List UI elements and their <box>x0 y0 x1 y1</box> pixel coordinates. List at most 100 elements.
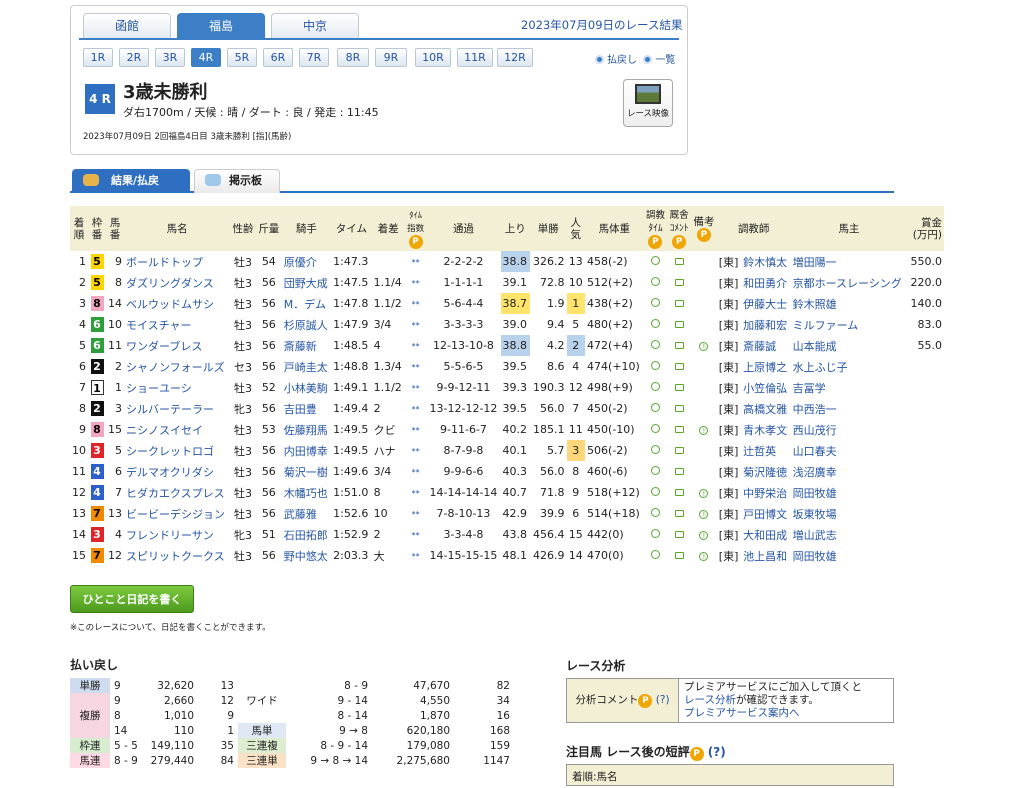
remark-icon[interactable]: ! <box>699 426 709 435</box>
venue-tab-chukyo[interactable]: 中京 <box>271 13 359 38</box>
race-button-5r[interactable]: 5R <box>227 48 257 67</box>
trainer-link[interactable]: 上原博之 <box>743 361 787 374</box>
horse-name-link[interactable]: ワンダーブレス <box>126 340 202 353</box>
horse-name-link[interactable]: ショーユーシ <box>126 382 192 395</box>
clock-icon[interactable] <box>650 445 660 454</box>
clock-icon[interactable] <box>650 256 660 265</box>
owner-link[interactable]: 浅沼廣幸 <box>793 466 837 479</box>
comment-icon[interactable] <box>674 258 684 265</box>
race-button-12r[interactable]: 12R <box>497 48 533 67</box>
owner-link[interactable]: 京都ホースレーシング <box>793 277 902 290</box>
trainer-link[interactable]: 鈴木慎太 <box>743 256 787 269</box>
remark-icon[interactable]: ! <box>699 510 709 519</box>
list-link[interactable]: 一覧 <box>643 55 675 66</box>
horse-name-link[interactable]: ダズリングダンス <box>126 277 214 290</box>
trainer-link[interactable]: 池上昌和 <box>743 550 787 563</box>
comment-icon[interactable] <box>674 384 684 391</box>
race-button-2r[interactable]: 2R <box>119 48 149 67</box>
owner-link[interactable]: 西山茂行 <box>793 424 837 437</box>
write-diary-button[interactable]: ひとこと日記を書く <box>70 585 194 613</box>
race-button-8r[interactable]: 8R <box>337 48 369 67</box>
trainer-link[interactable]: 高橋文雅 <box>743 403 787 416</box>
trainer-link[interactable]: 伊藤大士 <box>743 298 787 311</box>
jockey-link[interactable]: 斎藤新 <box>284 340 317 353</box>
horse-name-link[interactable]: シャノンフォールズ <box>126 361 225 374</box>
comment-icon[interactable] <box>674 342 684 349</box>
clock-icon[interactable] <box>650 403 660 412</box>
race-button-1r[interactable]: 1R <box>83 48 113 67</box>
owner-link[interactable]: ミルファーム <box>793 319 859 332</box>
clock-icon[interactable] <box>650 382 660 391</box>
remark-icon[interactable]: ! <box>699 489 709 498</box>
owner-link[interactable]: 山本能成 <box>793 340 837 353</box>
comment-icon[interactable] <box>674 426 684 433</box>
horse-name-link[interactable]: フレンドリーサン <box>126 529 214 542</box>
analysis-link[interactable]: レース分析 <box>684 694 736 706</box>
jockey-link[interactable]: M．デム <box>284 298 326 311</box>
race-button-9r[interactable]: 9R <box>375 48 407 67</box>
comment-icon[interactable] <box>674 489 684 496</box>
trainer-link[interactable]: 中野栄治 <box>743 487 787 500</box>
owner-link[interactable]: 岡田牧雄 <box>793 487 837 500</box>
horse-name-link[interactable]: ヒダカエクスプレス <box>126 487 225 500</box>
horse-name-link[interactable]: シークレットロゴ <box>126 445 214 458</box>
jockey-link[interactable]: 野中悠太 <box>284 550 328 563</box>
horse-name-link[interactable]: ベルウッドムサシ <box>126 298 214 311</box>
race-button-3r[interactable]: 3R <box>155 48 185 67</box>
horse-name-link[interactable]: スピリットクークス <box>126 550 225 563</box>
trainer-link[interactable]: 戸田博文 <box>743 508 787 521</box>
clock-icon[interactable] <box>650 319 660 328</box>
jockey-link[interactable]: 吉田豊 <box>284 403 317 416</box>
race-button-6r[interactable]: 6R <box>263 48 293 67</box>
trainer-link[interactable]: 大和田成 <box>743 529 787 542</box>
race-video-button[interactable]: レース映像 <box>623 79 673 127</box>
venue-tab-hakodate[interactable]: 函館 <box>83 13 171 38</box>
clock-icon[interactable] <box>650 298 660 307</box>
help-link[interactable]: (?) <box>708 745 726 759</box>
owner-link[interactable]: 水上ふじ子 <box>793 361 848 374</box>
remark-icon[interactable]: ! <box>699 342 709 351</box>
jockey-link[interactable]: 団野大成 <box>284 277 328 290</box>
owner-link[interactable]: 吉冨学 <box>793 382 826 395</box>
clock-icon[interactable] <box>650 361 660 370</box>
clock-icon[interactable] <box>650 277 660 286</box>
trainer-link[interactable]: 青木孝文 <box>743 424 787 437</box>
owner-link[interactable]: 坂東牧場 <box>793 508 837 521</box>
remark-icon[interactable]: ! <box>699 531 709 540</box>
jockey-link[interactable]: 菊沢一樹 <box>284 466 328 479</box>
jockey-link[interactable]: 小林美駒 <box>284 382 328 395</box>
race-button-11r[interactable]: 11R <box>457 48 493 67</box>
clock-icon[interactable] <box>650 466 660 475</box>
horse-name-link[interactable]: ボールドトップ <box>126 256 203 269</box>
horse-name-link[interactable]: シルバーテーラー <box>126 403 214 416</box>
comment-icon[interactable] <box>674 363 684 370</box>
remark-icon[interactable]: ! <box>699 552 709 561</box>
owner-link[interactable]: 中西浩一 <box>793 403 837 416</box>
comment-icon[interactable] <box>674 279 684 286</box>
trainer-link[interactable]: 辻哲英 <box>743 445 776 458</box>
race-button-7r[interactable]: 7R <box>299 48 329 67</box>
jockey-link[interactable]: 武藤雅 <box>284 508 317 521</box>
clock-icon[interactable] <box>650 487 660 496</box>
jockey-link[interactable]: 原優介 <box>284 256 317 269</box>
comment-icon[interactable] <box>674 405 684 412</box>
clock-icon[interactable] <box>650 550 660 559</box>
owner-link[interactable]: 鈴木照雄 <box>793 298 837 311</box>
comment-icon[interactable] <box>674 447 684 454</box>
comment-icon[interactable] <box>674 321 684 328</box>
jockey-link[interactable]: 内田博幸 <box>284 445 328 458</box>
comment-icon[interactable] <box>674 510 684 517</box>
horse-name-link[interactable]: ビービーデシジョン <box>126 508 225 521</box>
trainer-link[interactable]: 和田勇介 <box>743 277 787 290</box>
clock-icon[interactable] <box>650 529 660 538</box>
trainer-link[interactable]: 斎藤誠 <box>743 340 776 353</box>
jockey-link[interactable]: 木幡巧也 <box>284 487 328 500</box>
tab-results[interactable]: 結果/払戻 <box>72 169 190 193</box>
horse-name-link[interactable]: ニシノスイセイ <box>126 424 203 437</box>
trainer-link[interactable]: 小笠倫弘 <box>743 382 787 395</box>
owner-link[interactable]: 山口春夫 <box>793 445 837 458</box>
comment-icon[interactable] <box>674 552 684 559</box>
trainer-link[interactable]: 加藤和宏 <box>743 319 787 332</box>
owner-link[interactable]: 増山武志 <box>793 529 837 542</box>
clock-icon[interactable] <box>650 340 660 349</box>
